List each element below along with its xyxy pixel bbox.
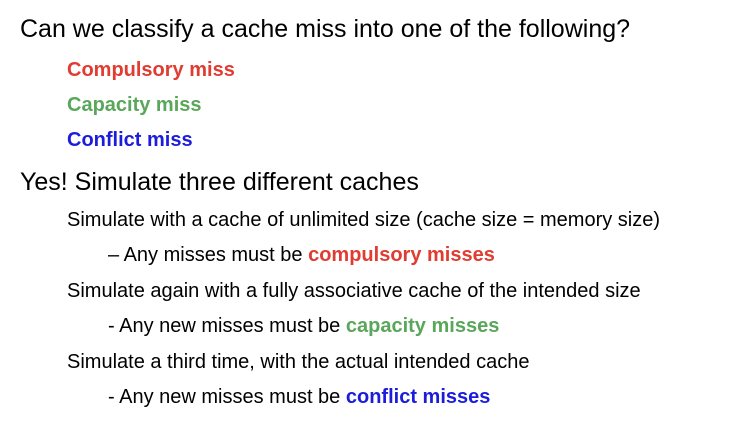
step-3-result-term: conflict misses <box>345 386 491 408</box>
question-heading: Can we classify a cache miss into one of… <box>20 15 631 43</box>
step-2-result: - Any new misses must be capacity misses <box>108 316 499 336</box>
step-1-result: – Any misses must be compulsory misses <box>108 245 495 265</box>
category-compulsory: Compulsory miss <box>67 59 235 81</box>
step-2-result-term: capacity misses <box>345 315 500 337</box>
step-2-text: Simulate again with a fully associative … <box>67 280 641 302</box>
step-3-text: Simulate a third time, with the actual i… <box>67 351 530 373</box>
answer-heading: Yes! Simulate three different caches <box>20 168 419 196</box>
category-capacity: Capacity miss <box>67 94 202 116</box>
category-conflict: Conflict miss <box>67 129 193 151</box>
step-2-result-prefix: - Any new misses must be <box>108 315 346 337</box>
step-1-result-prefix: – Any misses must be <box>108 244 309 266</box>
step-3-result: - Any new misses must be conflict misses <box>108 387 490 407</box>
step-1-text: Simulate with a cache of unlimited size … <box>67 209 661 231</box>
step-3-result-prefix: - Any new misses must be <box>108 386 346 408</box>
step-1-result-term: compulsory misses <box>308 244 495 266</box>
